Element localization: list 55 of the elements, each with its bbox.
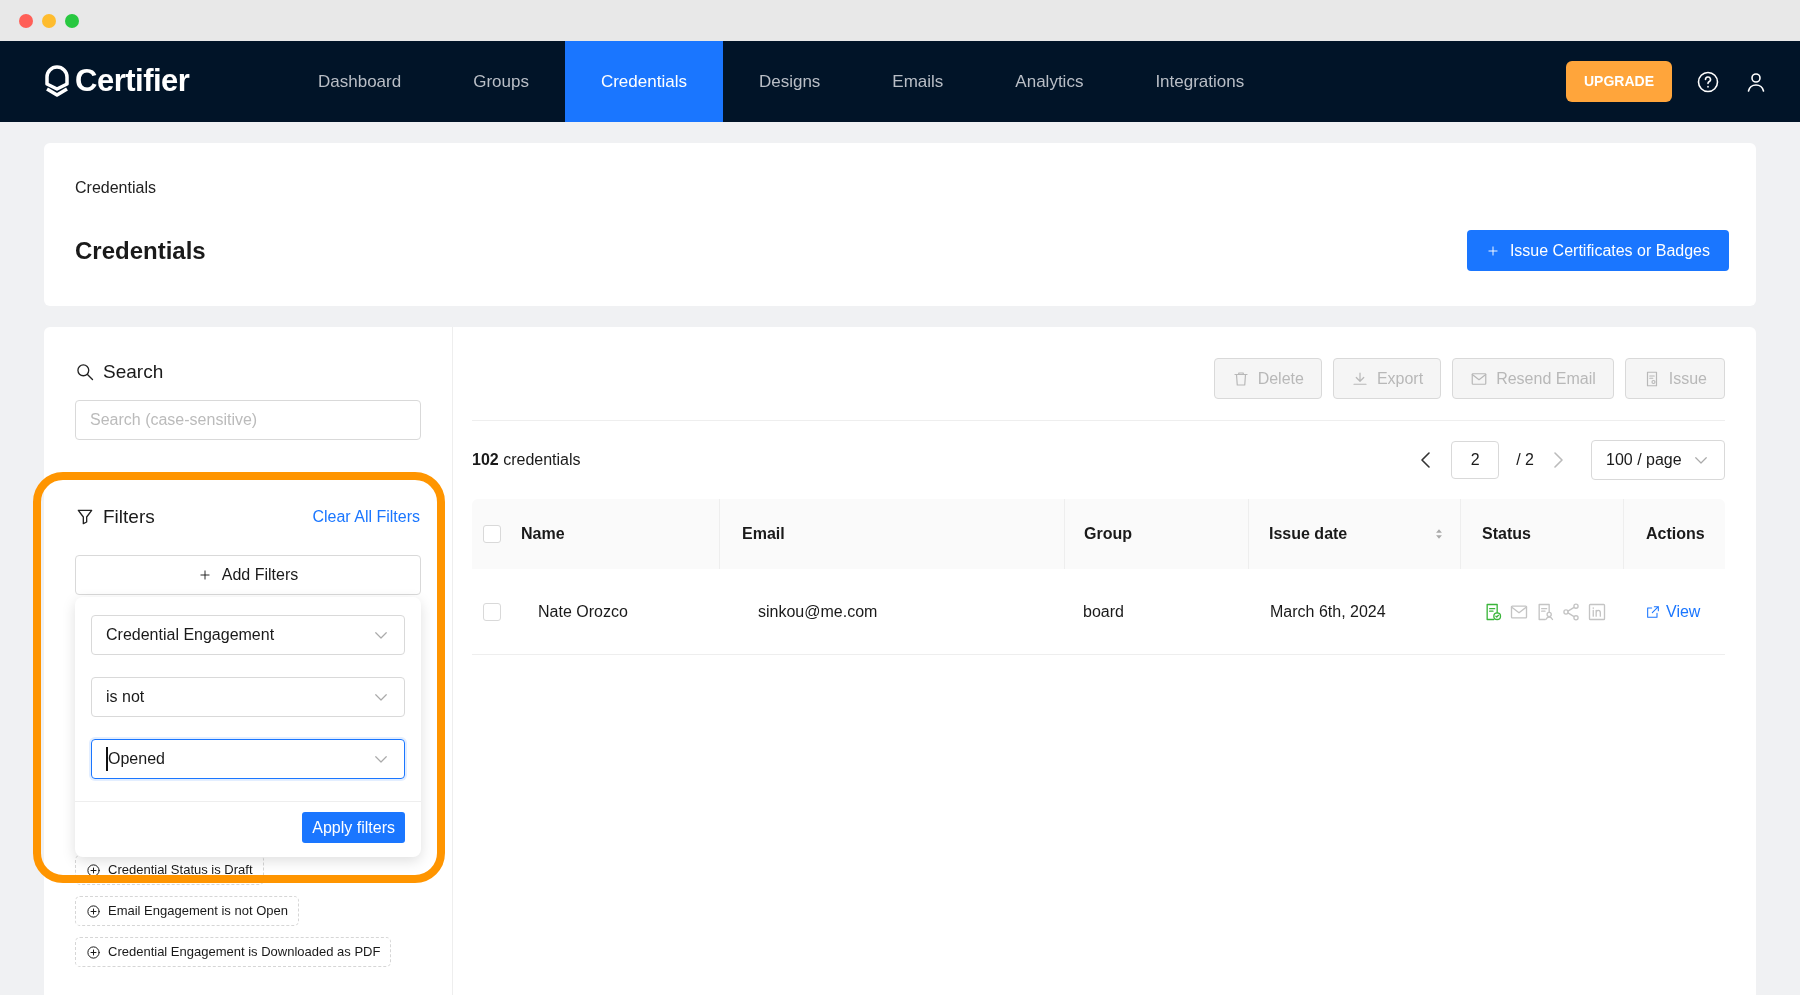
window-minimize-button[interactable] [42,13,56,28]
column-header: Issue date [1269,524,1348,544]
add-filters-button[interactable]: Add Filters [75,555,421,595]
nav-tab[interactable]: Integrations [1119,41,1281,122]
issue-button[interactable]: Issue Certificates or Badges [1466,230,1729,271]
chevron-left-icon[interactable] [1421,452,1431,468]
filter-select[interactable]: Credential Engagement [91,615,405,655]
nav-tab[interactable]: Designs [722,41,857,122]
logo-icon [43,63,71,100]
checkbox[interactable] [483,525,501,543]
checkbox[interactable] [483,602,501,621]
column-header: Actions [1646,524,1705,544]
nav-tab[interactable]: Analytics [979,41,1120,122]
filters-label: Filters [103,504,155,529]
logo-text: Certifier [75,62,190,101]
page-total: / 2 [1516,450,1534,470]
plus-circle-icon [86,862,101,878]
column-header: Email [742,524,785,544]
window-close-button[interactable] [19,13,33,28]
column-header: Name [521,524,565,544]
filter-icon [75,507,95,527]
nav-tab[interactable]: Dashboard [282,41,438,122]
nav-tab[interactable]: Emails [856,41,980,122]
column-header: Group [1084,524,1132,544]
page-title: Credentials [75,235,206,266]
table-cell: sinkou@me.com [758,602,878,620]
filter-tag[interactable]: Email Engagement is not Open [75,896,299,926]
nav-tab[interactable]: Credentials [564,41,723,122]
table-cell: March 6th, 2024 [1270,602,1386,620]
page-field[interactable]: 2 [1451,441,1500,479]
plus-icon [197,568,212,582]
search-field[interactable]: Search (case-sensitive) [75,400,421,440]
credentials-count: 102 credentials [472,450,581,470]
plus-circle-icon [86,944,101,960]
column-header: Status [1482,524,1531,544]
search-icon [75,362,95,382]
trash-icon [1231,369,1250,388]
filter-select[interactable]: is not [91,677,405,717]
external-link-icon [1645,603,1661,620]
clear-filters-link[interactable]: Clear All Filters [312,505,420,529]
nav-tab[interactable]: Groups [437,41,565,122]
filter-tag[interactable]: Credential Engagement is Downloaded as PDF [75,937,392,967]
search-label: Search [103,359,164,384]
table-cell: board [1083,602,1124,620]
plus-circle-icon [86,903,101,919]
chevron-right-icon[interactable] [1554,452,1563,468]
page-size-select[interactable]: 100 / page [1591,440,1725,480]
breadcrumb[interactable]: Credentials [75,176,156,200]
table-cell: Nate Orozco [538,602,628,620]
plus-icon [1485,243,1500,258]
view-link[interactable]: View [1645,599,1725,624]
apply-filters-button[interactable]: Apply filters [302,812,405,843]
window-maximize-button[interactable] [65,13,79,28]
help-icon [1696,69,1720,94]
filter-select[interactable]: Opened [91,739,405,779]
